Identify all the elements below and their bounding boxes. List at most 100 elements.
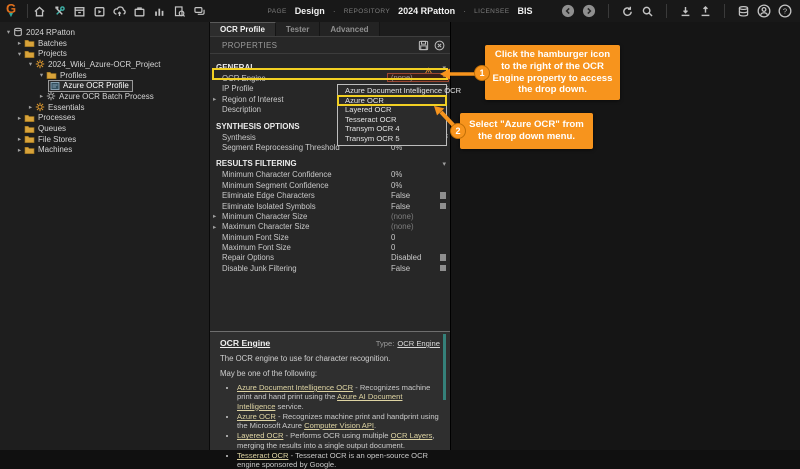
property-row-ocr-engine[interactable]: OCR Engine (none) ≡ [210,73,450,83]
checkbox[interactable] [439,264,446,272]
help-title-link[interactable]: OCR Engine [220,338,270,348]
repository-label: REPOSITORY [343,7,391,15]
dropdown-item-layered-ocr[interactable]: Layered OCR [338,105,446,115]
home-icon[interactable] [33,5,46,18]
property-row-repair-options[interactable]: Repair Options Disabled [210,252,450,262]
expander-closed-icon[interactable]: ▸ [15,114,24,122]
expander-closed-icon[interactable]: ▸ [213,95,216,103]
tree-item-machines[interactable]: ▸ Machines [0,145,209,156]
archive-icon[interactable] [73,5,86,18]
help-link[interactable]: Layered OCR [237,431,283,440]
dropdown-item-azure-ocr[interactable]: Azure OCR [337,94,447,107]
batch-play-icon[interactable] [93,5,106,18]
property-row-max-font-size[interactable]: Maximum Font Size 0 [210,242,450,252]
expander-open-icon[interactable]: ▾ [37,71,46,79]
tab-advanced[interactable]: Advanced [320,22,380,36]
section-header-results-filtering[interactable]: RESULTS FILTERING ▾ [210,158,450,169]
tree-item-processes[interactable]: ▸ Processes [0,113,209,124]
tree-item-azure-ocr-batch-process[interactable]: ▸ Azure OCR Batch Process [0,91,209,102]
expander-closed-icon[interactable]: ▸ [15,39,24,47]
property-value[interactable]: 0% [391,170,402,179]
property-row-min-char-confidence[interactable]: Minimum Character Confidence 0% [210,169,450,179]
help-link[interactable]: OCR Layers [391,431,433,440]
toolbar-divider [724,4,725,18]
tree-item-file-stores[interactable]: ▸ File Stores [0,134,209,145]
tree-item-label: Batches [38,38,67,48]
property-value[interactable]: 0% [391,181,402,190]
property-row-min-font-size[interactable]: Minimum Font Size 0 [210,232,450,242]
property-row-disable-junk-filtering[interactable]: Disable Junk Filtering False [210,263,450,273]
expander-open-icon[interactable]: ▾ [15,50,24,58]
chevron-down-icon[interactable]: ▾ [442,160,446,168]
chat-icon[interactable] [193,5,206,18]
help-link[interactable]: Azure OCR [237,412,276,421]
expander-closed-icon[interactable]: ▸ [15,135,24,143]
callout-1-box: Click the hamburger icon to the right of… [485,45,620,100]
expander-closed-icon[interactable]: ▸ [15,146,24,154]
tree-item-essentials[interactable]: ▸ Essentials [0,102,209,113]
property-value[interactable]: False [391,191,410,200]
back-icon[interactable] [561,4,575,18]
property-value[interactable]: 0 [391,243,395,252]
property-value[interactable]: (none) [391,222,414,231]
tree-item-projects[interactable]: ▾ Projects [0,48,209,59]
help-link[interactable]: Computer Vision API [304,421,374,430]
upload-icon[interactable] [699,5,712,18]
design-tools-icon[interactable] [53,5,66,18]
expander-closed-icon[interactable]: ▸ [26,103,35,111]
ocr-profile-icon [50,81,60,91]
dropdown-item-transym-ocr-5[interactable]: Transym OCR 5 [338,134,446,144]
tree-item-azure-ocr-profile-selected[interactable]: Azure OCR Profile [0,79,209,92]
expander-closed-icon[interactable]: ▸ [213,223,216,231]
close-icon[interactable] [429,40,445,51]
help-icon[interactable]: ? [778,4,792,18]
property-value[interactable]: 0 [391,233,395,242]
hamburger-icon[interactable]: ≡ [443,73,448,83]
tree-item-repository[interactable]: ▾ 2024 RPatton [0,27,209,38]
checkbox[interactable] [439,202,446,210]
checkbox[interactable] [439,254,446,261]
user-icon[interactable] [757,4,771,18]
expander-closed-icon[interactable]: ▸ [213,212,216,220]
property-value[interactable]: (none) [387,73,449,82]
expander-open-icon[interactable]: ▾ [26,60,35,68]
checkbox[interactable] [439,192,446,199]
dropdown-item-tesseract-ocr[interactable]: Tesseract OCR [338,115,446,125]
property-row-eliminate-isolated-symbols[interactable]: Eliminate Isolated Symbols False [210,201,450,211]
cloud-upload-icon[interactable] [113,5,126,18]
property-row-eliminate-edge-characters[interactable]: Eliminate Edge Characters False [210,190,450,200]
search-icon[interactable] [641,5,654,18]
forward-icon[interactable] [582,4,596,18]
property-value[interactable]: False [391,264,410,273]
briefcase-icon[interactable] [133,5,146,18]
section-header-general[interactable]: GENERAL ▾ [210,62,450,76]
refresh-icon[interactable] [621,5,634,18]
tab-ocr-profile[interactable]: OCR Profile [210,22,276,36]
dropdown-item-azure-document-intelligence-ocr[interactable]: Azure Document Intelligence OCR [338,86,461,96]
callout-2-box: Select "Azure OCR" from the drop down me… [460,113,593,149]
tab-tester[interactable]: Tester [275,22,321,36]
database-icon[interactable] [737,5,750,18]
expander-open-icon[interactable]: ▾ [4,28,13,36]
property-row-min-segment-confidence[interactable]: Minimum Segment Confidence 0% [210,180,450,190]
bar-chart-icon[interactable] [153,5,166,18]
property-value[interactable]: (none) [391,212,414,221]
expander-closed-icon[interactable]: ▸ [37,92,46,100]
tree-item-batches[interactable]: ▸ Batches [0,38,209,49]
tree-item-project[interactable]: ▾ 2024_Wiki_Azure-OCR_Project [0,59,209,70]
help-link[interactable]: Azure Document Intelligence OCR [237,383,353,392]
help-scrollbar-thumb[interactable] [443,334,446,400]
download-icon[interactable] [679,5,692,18]
property-row-min-character-size[interactable]: ▸ Minimum Character Size (none) [210,211,450,221]
property-value[interactable]: Disabled [391,253,421,262]
chevron-down-icon[interactable]: ▾ [442,64,446,72]
dropdown-item-transym-ocr-4[interactable]: Transym OCR 4 [338,124,446,134]
document-search-icon[interactable] [173,5,186,18]
help-link[interactable]: Tesseract OCR [237,451,288,460]
property-row-max-character-size[interactable]: ▸ Maximum Character Size (none) [210,221,450,231]
tree-item-queues[interactable]: Queues [0,123,209,134]
property-value[interactable]: False [391,202,410,211]
save-icon[interactable] [413,40,429,51]
help-type-link[interactable]: OCR Engine [397,339,440,348]
property-label: Repair Options [222,253,275,263]
